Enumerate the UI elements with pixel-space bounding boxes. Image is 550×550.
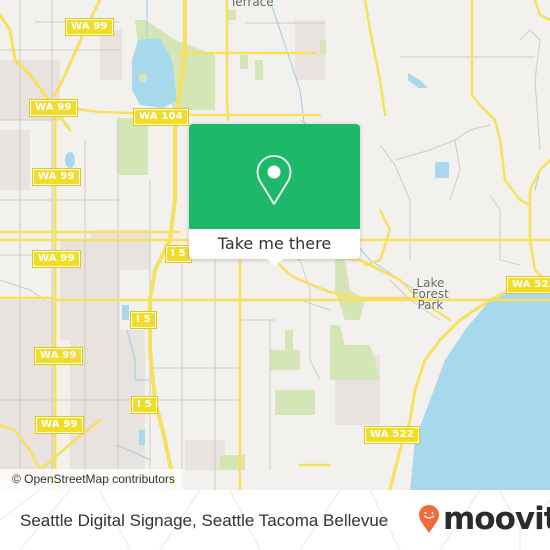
- road-wa-99-north: [53, 0, 102, 97]
- road-shield-wa-522: WA 522: [506, 276, 550, 294]
- location-popup[interactable]: Take me there: [189, 124, 360, 266]
- moovit-wordmark: moovit: [443, 501, 550, 537]
- map-area[interactable]: Terrace Lake Forest Park WA 99 WA 99 WA …: [0, 0, 550, 490]
- map-attribution[interactable]: © OpenStreetMap contributors: [0, 469, 183, 490]
- road-shield-i-5: I 5: [131, 396, 158, 414]
- lake-washington: [410, 285, 550, 490]
- moovit-logo[interactable]: moovit: [418, 501, 550, 537]
- popup-pointer: [265, 257, 285, 266]
- moovit-pin-icon: [419, 505, 439, 533]
- road-shield-i-5: I 5: [130, 311, 157, 329]
- road-shield-wa-522: WA 522: [364, 426, 420, 444]
- take-me-there-button[interactable]: Take me there: [189, 229, 360, 259]
- label-line: Park: [417, 298, 444, 312]
- location-title: Seattle Digital Signage, Seattle Tacoma …: [20, 511, 389, 530]
- map-pin-icon: [256, 155, 292, 205]
- road-shield-wa-99: WA 99: [34, 347, 83, 365]
- road-shield-wa-99: WA 99: [32, 168, 81, 186]
- pond: [65, 152, 75, 168]
- road-shield-wa-99: WA 99: [35, 416, 84, 434]
- reservoir: [435, 162, 449, 178]
- road-shield-wa-99: WA 99: [65, 18, 114, 36]
- road-shield-wa-99: WA 99: [32, 250, 81, 268]
- popup-header[interactable]: [189, 124, 360, 229]
- place-label-lake-forest-park: Lake Forest Park: [412, 277, 449, 312]
- road-shield-i-5: I 5: [165, 245, 192, 263]
- road-shield-wa-99: WA 99: [29, 99, 78, 117]
- place-label-terrace: Terrace: [230, 0, 274, 9]
- road-shield-wa-104: WA 104: [133, 108, 189, 126]
- footer: Seattle Digital Signage, Seattle Tacoma …: [0, 490, 550, 550]
- pond: [408, 73, 428, 88]
